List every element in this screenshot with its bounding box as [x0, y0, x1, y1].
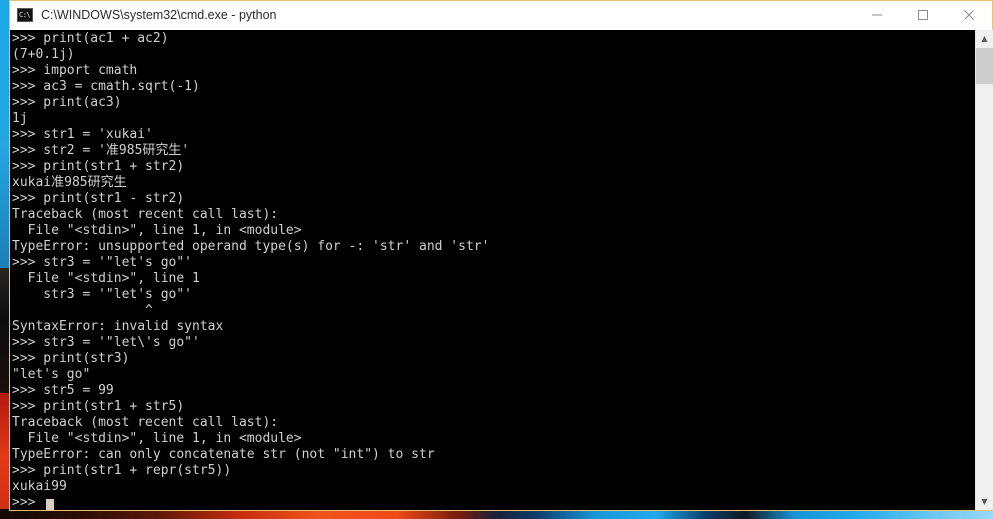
maximize-button[interactable] — [900, 2, 946, 29]
terminal-cursor — [46, 499, 54, 510]
title-bar[interactable]: C:\WINDOWS\system32\cmd.exe - python — [10, 1, 992, 30]
vertical-scrollbar[interactable]: ▲ ▼ — [975, 30, 993, 510]
scroll-down-arrow-icon[interactable]: ▼ — [976, 493, 993, 510]
close-button[interactable] — [946, 2, 992, 29]
scrollbar-track[interactable] — [976, 47, 993, 493]
wallpaper-left-strip-red — [0, 393, 9, 519]
minimize-button[interactable] — [854, 2, 900, 29]
cmd-console-icon — [17, 8, 33, 22]
terminal-output-area[interactable]: >>> print(ac1 + ac2) (7+0.1j) >>> import… — [10, 30, 992, 510]
window-title: C:\WINDOWS\system32\cmd.exe - python — [41, 8, 277, 22]
cmd-console-window: C:\WINDOWS\system32\cmd.exe - python >>>… — [9, 0, 993, 511]
scroll-up-arrow-icon[interactable]: ▲ — [976, 30, 993, 47]
wallpaper-left-strip-dark — [0, 268, 9, 393]
terminal-text: >>> print(ac1 + ac2) (7+0.1j) >>> import… — [12, 31, 490, 510]
scrollbar-thumb[interactable] — [976, 48, 993, 84]
wallpaper-left-strip-blue — [0, 0, 9, 268]
